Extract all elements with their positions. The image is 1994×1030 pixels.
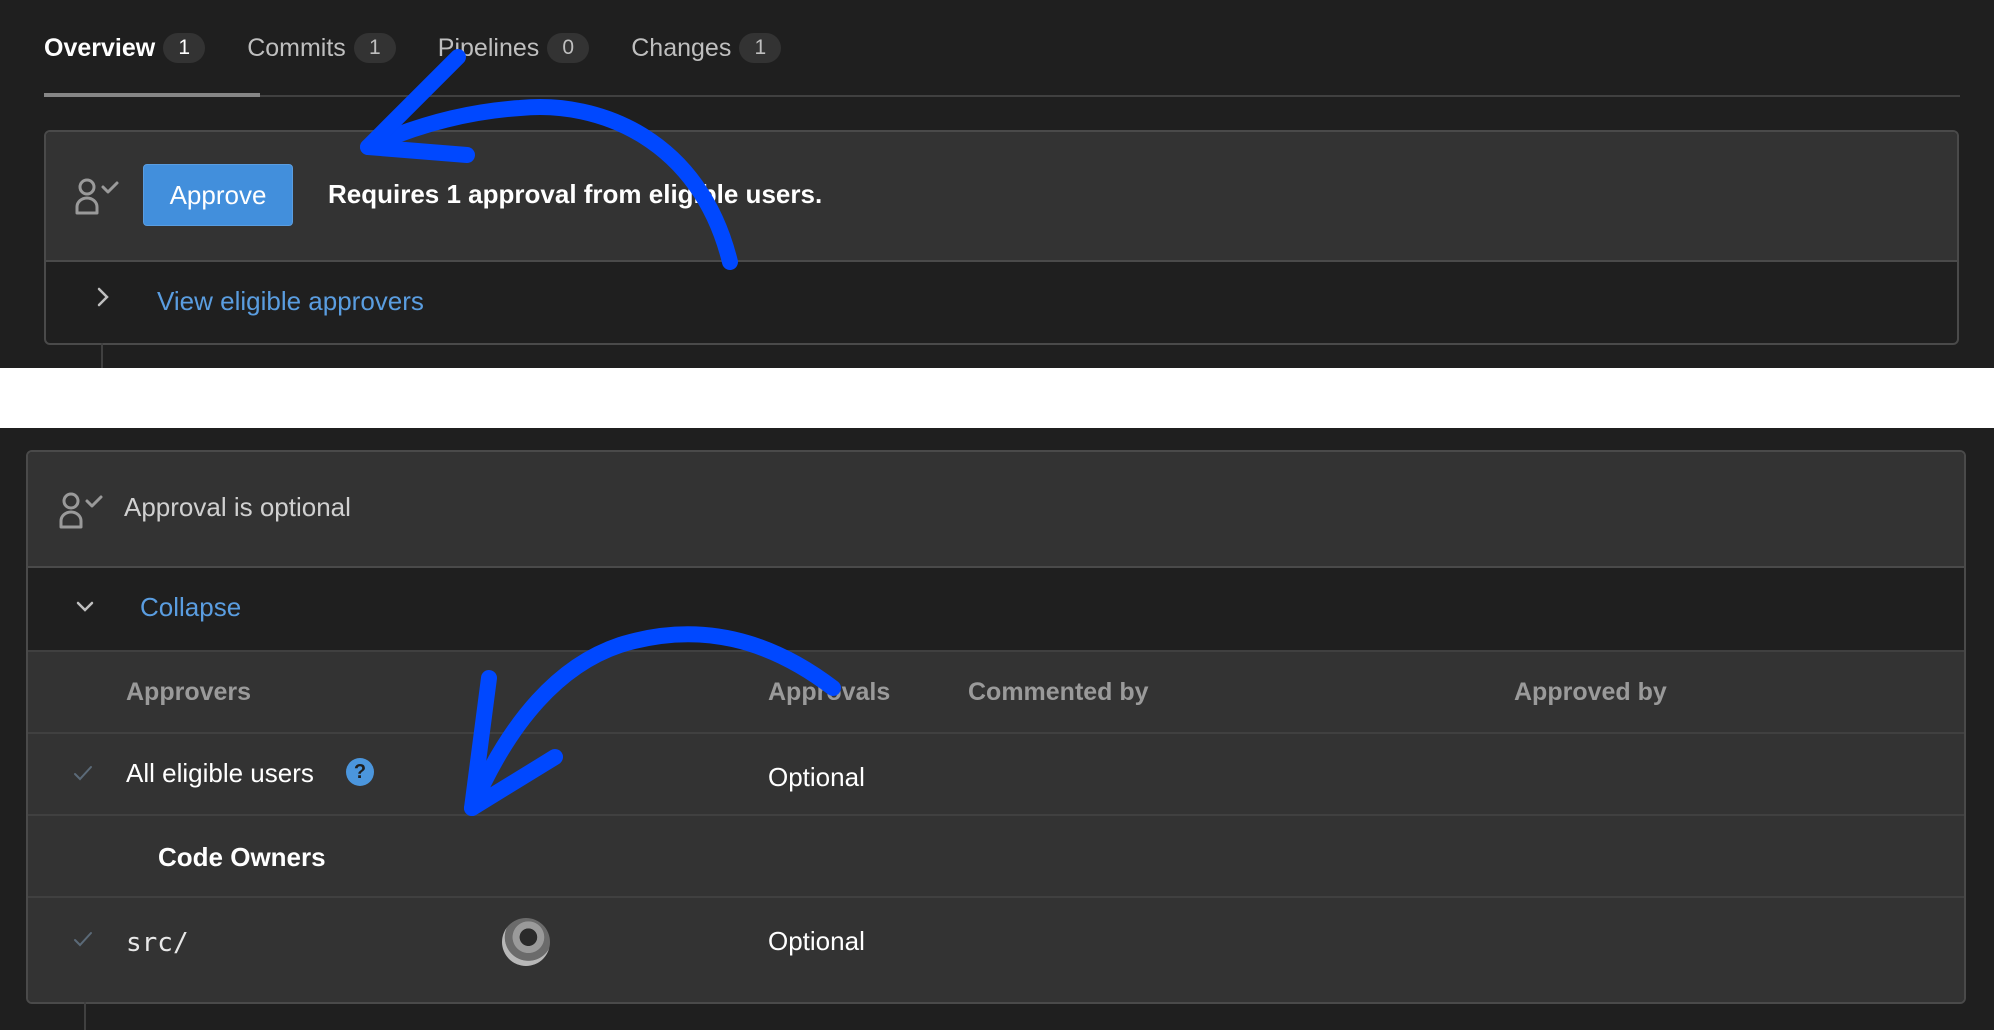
collapse-toggle[interactable]: Collapse xyxy=(28,568,1964,650)
column-header-approvers: Approvers xyxy=(126,678,252,706)
tab-count-badge: 0 xyxy=(547,33,590,63)
approvers-table: Approvers Approvals Commented by Approve… xyxy=(28,650,1964,1002)
timeline-line xyxy=(101,343,103,368)
tabs-divider xyxy=(44,95,1960,97)
tab-count-badge: 1 xyxy=(739,33,782,63)
tab-label: Pipelines xyxy=(437,33,540,62)
approver-name: All eligible users xyxy=(126,758,314,788)
tab-label: Overview xyxy=(44,33,156,62)
merge-request-tabs: Overview 1 Commits 1 Pipelines 0 Changes… xyxy=(44,28,823,68)
approval-widget: Approval is optional Collapse Approvers … xyxy=(26,450,1966,1004)
tab-pipelines[interactable]: Pipelines 0 xyxy=(437,28,590,68)
chevron-down-icon[interactable] xyxy=(74,594,96,620)
tab-commits[interactable]: Commits 1 xyxy=(247,28,396,68)
check-icon xyxy=(72,762,94,788)
approval-widget: Approve Requires 1 approval from eligibl… xyxy=(44,130,1959,345)
table-header-row: Approvers Approvals Commented by Approve… xyxy=(28,650,1964,734)
approval-user-check-icon xyxy=(58,490,110,530)
tab-changes[interactable]: Changes 1 xyxy=(631,28,782,68)
column-header-approved-by: Approved by xyxy=(1514,678,1667,706)
approver-path: src/ xyxy=(126,928,189,958)
tab-count-badge: 1 xyxy=(353,33,396,63)
approval-required-screenshot: Overview 1 Commits 1 Pipelines 0 Changes… xyxy=(0,0,1994,368)
user-avatar[interactable] xyxy=(502,918,550,966)
table-group-row: Code Owners xyxy=(28,814,1964,898)
chevron-right-icon[interactable] xyxy=(96,286,110,314)
group-label: Code Owners xyxy=(158,842,326,872)
tab-count-badge: 1 xyxy=(163,33,206,63)
table-row: All eligible users ? Optional xyxy=(28,732,1964,816)
tab-label: Changes xyxy=(631,33,732,62)
approvals-value: Optional xyxy=(768,762,865,792)
timeline-line xyxy=(84,1002,86,1030)
approvals-value: Optional xyxy=(768,926,865,956)
approval-user-check-icon xyxy=(74,176,126,216)
approval-widget-header: Approval is optional xyxy=(28,452,1964,568)
active-tab-indicator xyxy=(44,93,260,97)
approval-optional-screenshot: Approval is optional Collapse Approvers … xyxy=(0,428,1994,1030)
collapse-link[interactable]: Collapse xyxy=(140,592,241,623)
column-header-approvals: Approvals xyxy=(768,678,891,706)
table-row: src/ Optional xyxy=(28,896,1964,1002)
column-header-commented-by: Commented by xyxy=(968,678,1149,706)
check-icon xyxy=(72,928,94,954)
tab-overview[interactable]: Overview 1 xyxy=(44,28,206,68)
approval-status-text: Requires 1 approval from eligible users. xyxy=(328,179,823,209)
approval-widget-header: Approve Requires 1 approval from eligibl… xyxy=(46,132,1957,262)
approval-status-text: Approval is optional xyxy=(124,492,351,522)
view-eligible-approvers-link[interactable]: View eligible approvers xyxy=(157,286,424,317)
tab-label: Commits xyxy=(247,33,346,62)
view-approvers-toggle[interactable]: View eligible approvers xyxy=(46,262,1957,342)
approve-button[interactable]: Approve xyxy=(143,164,293,226)
question-icon[interactable]: ? xyxy=(346,758,374,786)
